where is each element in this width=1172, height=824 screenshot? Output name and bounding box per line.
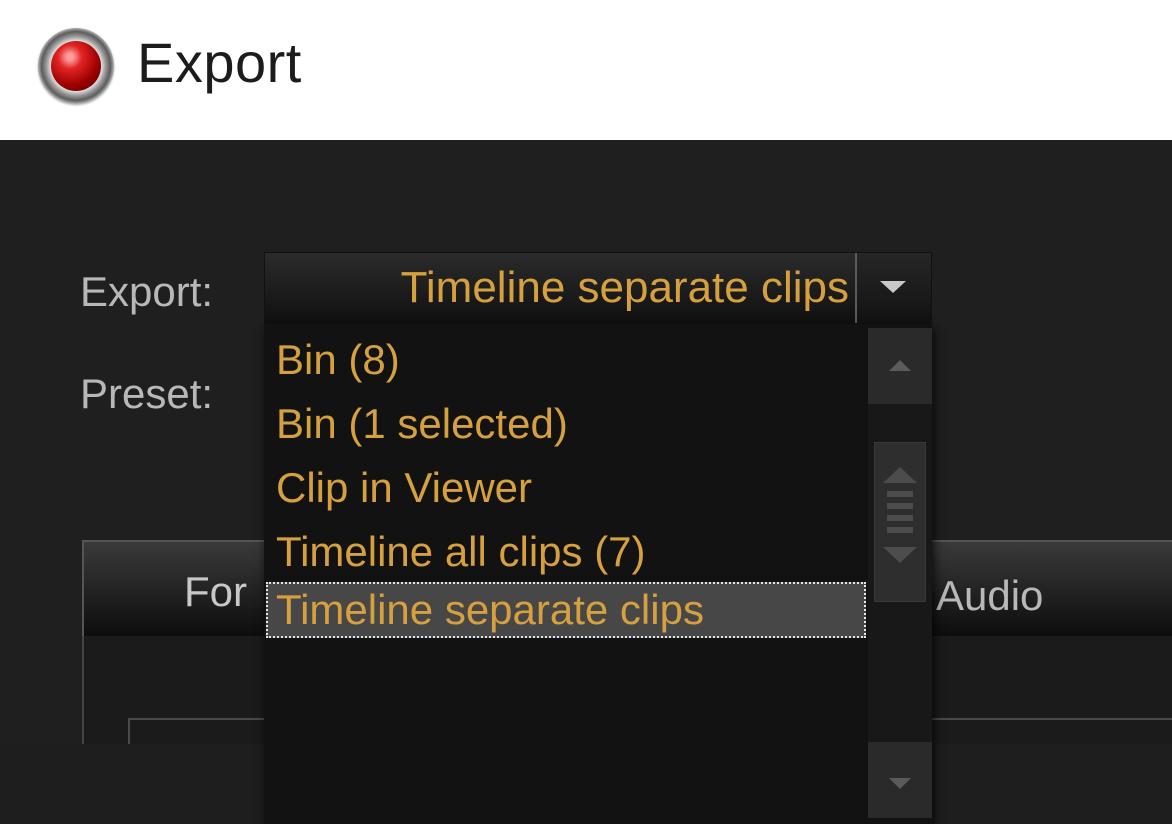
preset-label: Preset: — [80, 370, 214, 417]
scrollbar-thumb[interactable] — [874, 442, 926, 602]
scroll-down-button[interactable] — [868, 742, 932, 818]
arrow-up-icon — [889, 360, 911, 371]
dropdown-option-clip-in-viewer[interactable]: Clip in Viewer — [276, 464, 532, 512]
tab-format[interactable]: For — [184, 568, 247, 616]
dropdown-scrollbar[interactable] — [868, 328, 932, 818]
export-select-value: Timeline separate clips — [400, 263, 849, 312]
record-icon — [38, 28, 114, 104]
title-bar: Export — [0, 0, 1172, 140]
tab-audio[interactable]: Audio — [936, 572, 1043, 620]
arrow-down-icon — [889, 778, 911, 789]
export-dropdown-list: Bin (8) Bin (1 selected) Clip in Viewer … — [264, 324, 932, 824]
export-label: Export: — [80, 268, 214, 315]
dropdown-option-timeline-separate-clips[interactable]: Timeline separate clips — [266, 582, 866, 638]
window-title: Export — [137, 31, 302, 94]
scroll-up-button[interactable] — [868, 328, 932, 404]
chevron-down-icon — [880, 281, 906, 293]
export-select[interactable]: Timeline separate clips — [264, 252, 932, 324]
export-dialog-body: Export: Preset: For Audio Timeline separ… — [0, 140, 1172, 824]
dropdown-button[interactable] — [855, 253, 931, 323]
dropdown-option-timeline-all-clips[interactable]: Timeline all clips (7) — [276, 528, 646, 576]
dropdown-option-bin-selected[interactable]: Bin (1 selected) — [276, 400, 568, 448]
dropdown-option-bin[interactable]: Bin (8) — [276, 336, 400, 384]
